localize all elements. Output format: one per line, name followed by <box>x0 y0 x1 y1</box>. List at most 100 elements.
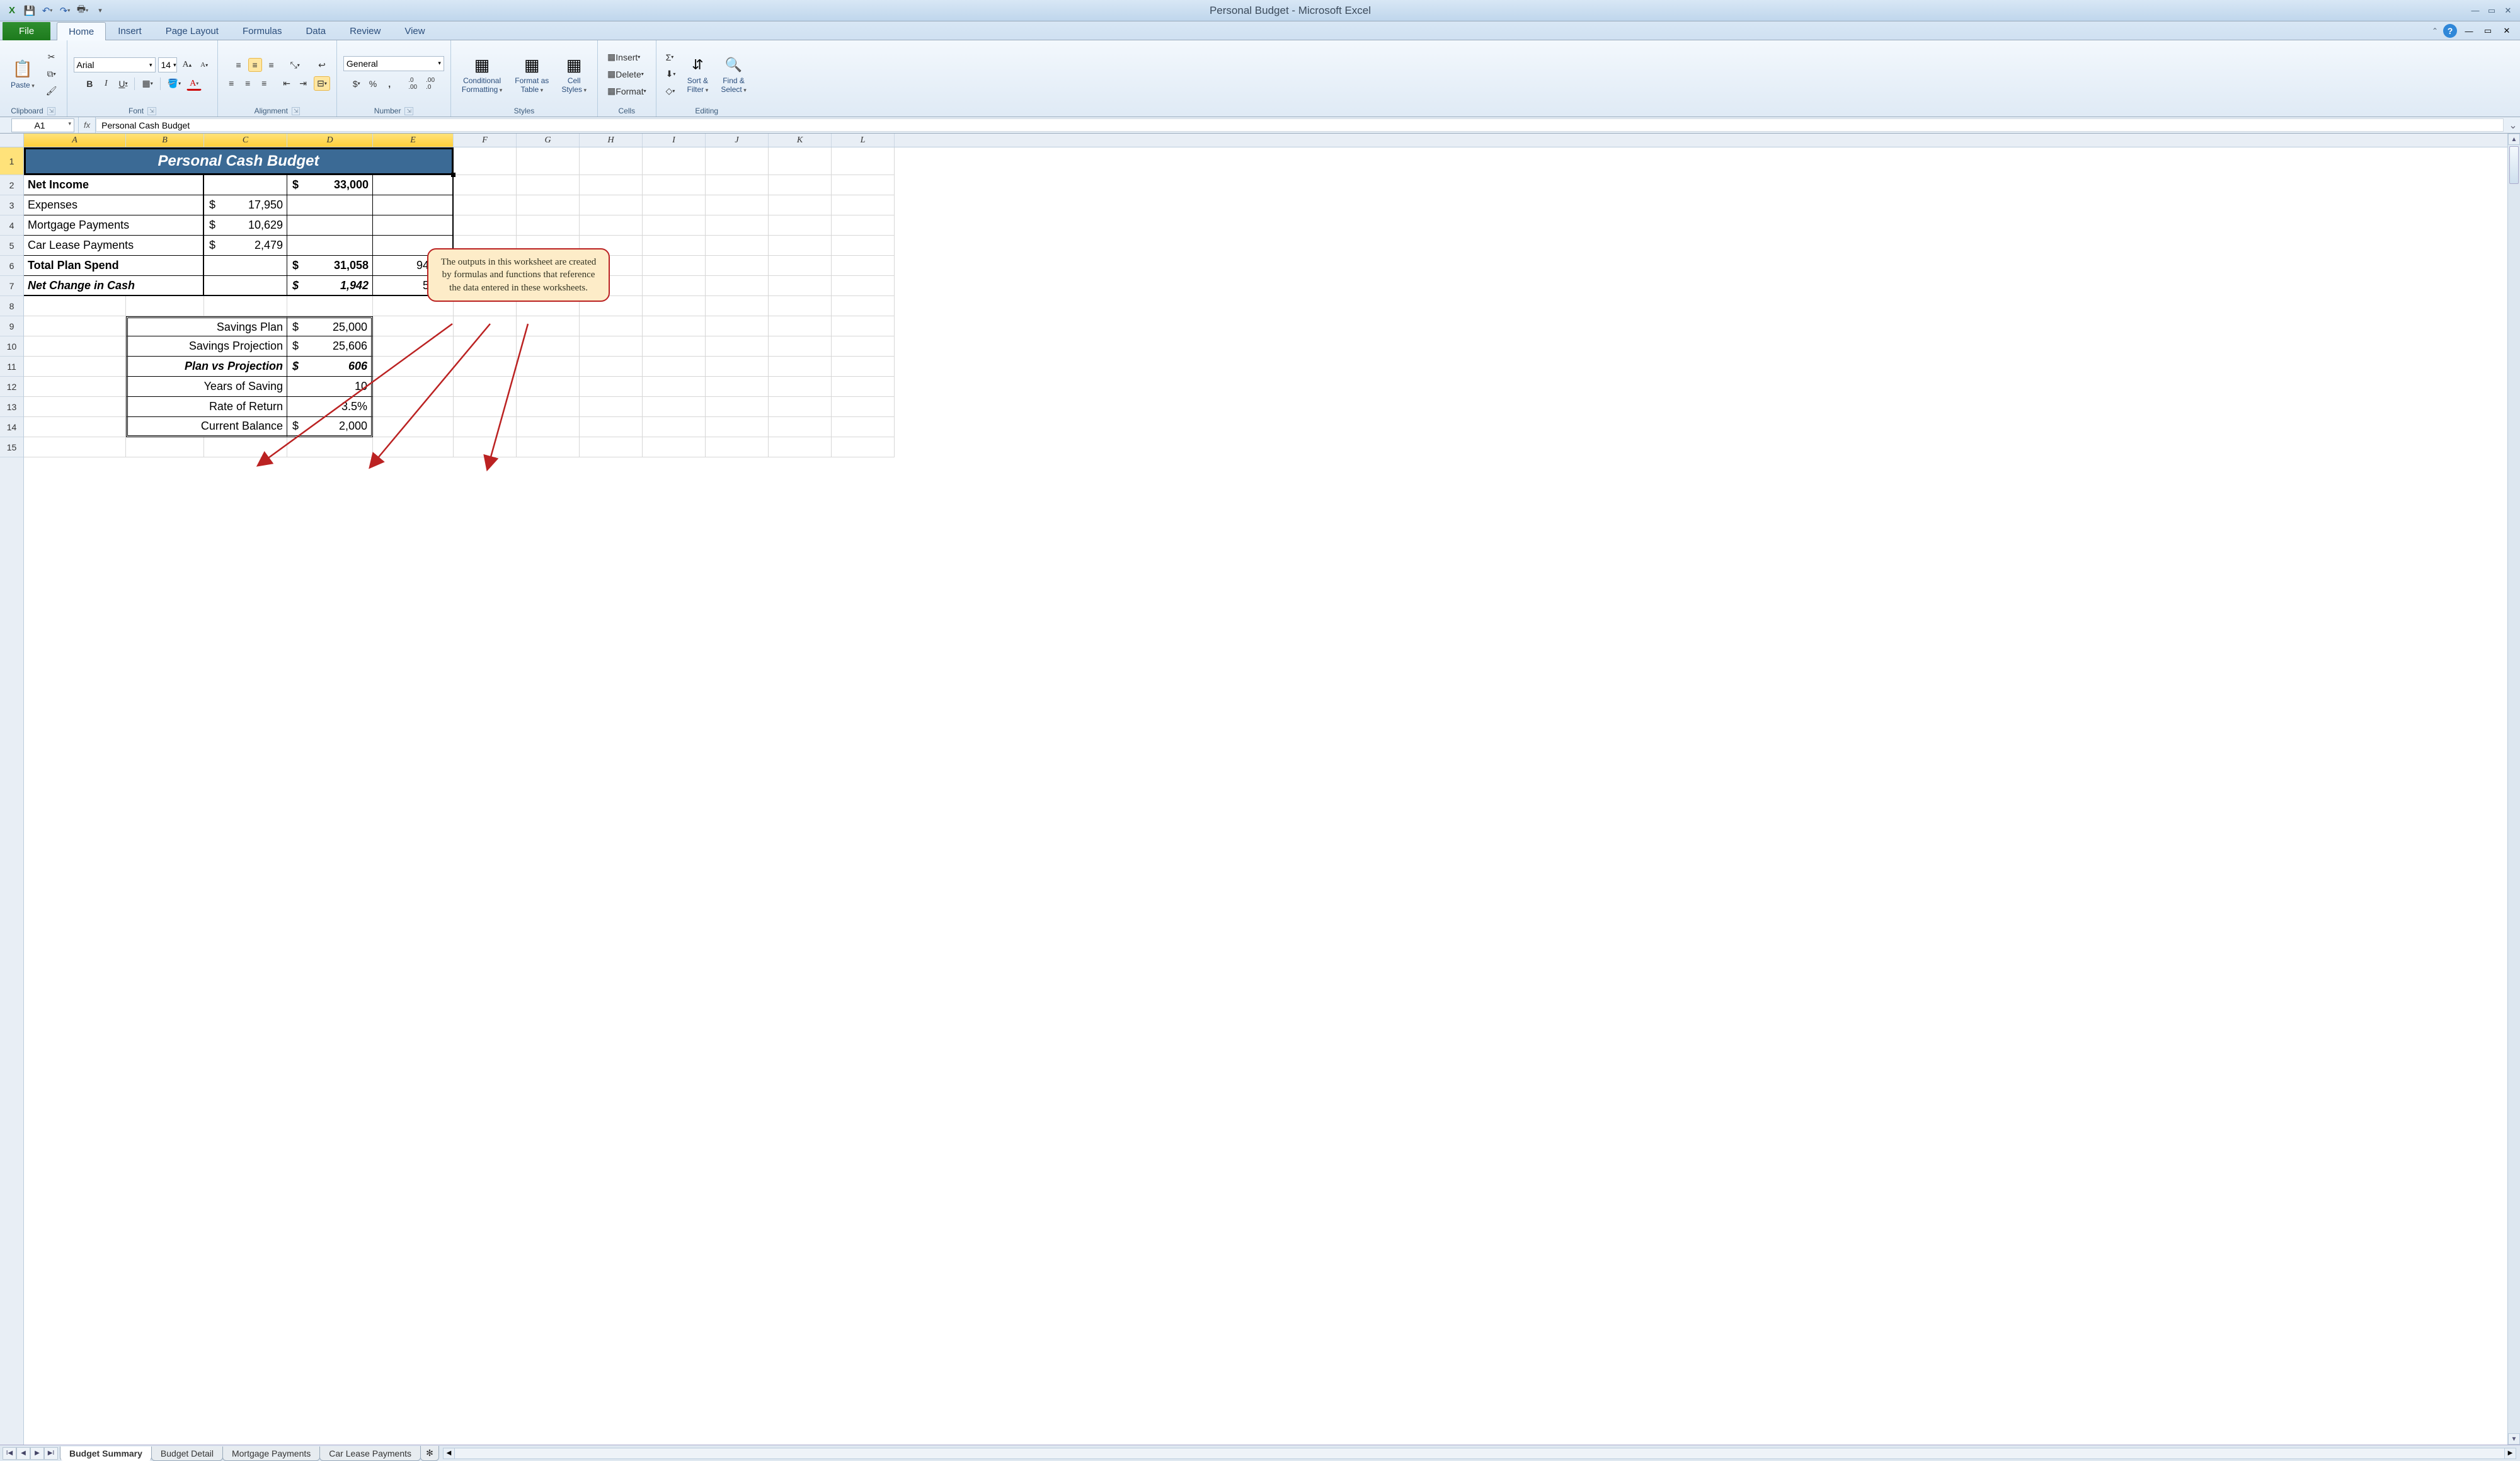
clear-button[interactable]: ◇ ▾ <box>663 84 679 98</box>
row-13[interactable]: 13 <box>0 397 23 417</box>
last-sheet-button[interactable]: ▶I <box>44 1447 58 1460</box>
col-L[interactable]: L <box>832 134 895 147</box>
excel-icon[interactable]: X <box>5 4 19 18</box>
increase-indent-icon[interactable]: ⇥ <box>296 76 310 91</box>
sheet-tab-budget-detail[interactable]: Budget Detail <box>151 1447 223 1461</box>
alignment-dialog-launcher[interactable]: ⇲ <box>292 107 301 115</box>
save-icon[interactable]: 💾 <box>23 4 37 18</box>
format-painter-icon[interactable]: 🖌 <box>43 84 60 98</box>
cell-A15[interactable] <box>24 437 126 457</box>
col-D[interactable]: D <box>287 134 373 147</box>
delete-cells-button[interactable]: ▦ Delete ▾ <box>604 67 647 81</box>
cell-A2[interactable]: Net Income <box>24 175 204 195</box>
cell-E4[interactable] <box>373 215 454 236</box>
worksheet-grid[interactable]: A B C D E F G H I J K L 1 2 3 4 5 6 7 8 … <box>0 134 2520 1445</box>
sheet-tab-car-lease-payments[interactable]: Car Lease Payments <box>319 1447 421 1461</box>
cell-D9[interactable]: $25,000 <box>287 316 373 336</box>
borders-button[interactable]: ▦▾ <box>139 76 156 91</box>
align-left-icon[interactable]: ≡ <box>224 76 238 90</box>
select-all-corner[interactable] <box>0 134 24 147</box>
format-as-table-button[interactable]: ▦Format as Table <box>510 51 553 96</box>
cell-A5[interactable]: Car Lease Payments <box>24 236 204 256</box>
sheet-tab-budget-summary[interactable]: Budget Summary <box>60 1447 152 1461</box>
scroll-thumb[interactable] <box>2509 146 2519 184</box>
tab-review[interactable]: Review <box>338 21 392 40</box>
tab-data[interactable]: Data <box>294 21 338 40</box>
cell-A8[interactable] <box>24 296 126 316</box>
col-K[interactable]: K <box>769 134 832 147</box>
row-9[interactable]: 9 <box>0 316 23 336</box>
sheet-tab-mortgage-payments[interactable]: Mortgage Payments <box>222 1447 320 1461</box>
row-15[interactable]: 15 <box>0 437 23 457</box>
insert-cells-button[interactable]: ▦ Insert ▾ <box>604 50 643 64</box>
sort-filter-button[interactable]: ⇵Sort & Filter <box>682 51 713 96</box>
row-8[interactable]: 8 <box>0 296 23 316</box>
cell-A4[interactable]: Mortgage Payments <box>24 215 204 236</box>
wrap-text-button[interactable]: ↩ <box>315 58 329 72</box>
clipboard-dialog-launcher[interactable]: ⇲ <box>47 107 56 115</box>
cell-D14[interactable]: $2,000 <box>287 417 373 437</box>
fill-color-button[interactable]: 🪣▾ <box>164 76 184 91</box>
conditional-formatting-button[interactable]: ▦Conditional Formatting <box>457 51 507 96</box>
shrink-font-icon[interactable]: A▾ <box>197 58 211 72</box>
row-7[interactable]: 7 <box>0 276 23 296</box>
next-sheet-button[interactable]: ▶ <box>30 1447 44 1460</box>
col-C[interactable]: C <box>204 134 287 147</box>
align-middle-icon[interactable]: ≡ <box>248 58 262 72</box>
help-icon[interactable]: ? <box>2443 24 2457 38</box>
number-format-combo[interactable]: General▾ <box>343 56 444 71</box>
row-3[interactable]: 3 <box>0 195 23 215</box>
paste-button[interactable]: 📋 Paste <box>6 55 39 93</box>
bold-button[interactable]: B <box>83 77 96 91</box>
cell-C7[interactable] <box>204 276 287 296</box>
merge-center-button[interactable]: ⊟▾ <box>314 76 330 91</box>
col-F[interactable]: F <box>454 134 517 147</box>
cell-D11[interactable]: $606 <box>287 357 373 377</box>
row-14[interactable]: 14 <box>0 417 23 437</box>
cell-D7[interactable]: $1,942 <box>287 276 373 296</box>
workbook-close-button[interactable]: ✕ <box>2500 25 2514 37</box>
col-J[interactable]: J <box>706 134 769 147</box>
cell-E2[interactable] <box>373 175 454 195</box>
decrease-decimal-icon[interactable]: .00.0 <box>423 75 438 93</box>
row-10[interactable]: 10 <box>0 336 23 357</box>
col-H[interactable]: H <box>580 134 643 147</box>
cell-B14[interactable]: Current Balance <box>126 417 287 437</box>
cell-C5[interactable]: $2,479 <box>204 236 287 256</box>
font-color-button[interactable]: A▾ <box>186 77 202 91</box>
cell-B11[interactable]: Plan vs Projection <box>126 357 287 377</box>
col-B[interactable]: B <box>126 134 204 147</box>
cell-C3[interactable]: $17,950 <box>204 195 287 215</box>
workbook-minimize-button[interactable]: — <box>2462 25 2476 37</box>
cell-F1[interactable] <box>454 147 517 175</box>
font-dialog-launcher[interactable]: ⇲ <box>147 107 156 115</box>
align-top-icon[interactable]: ≡ <box>232 58 246 72</box>
first-sheet-button[interactable]: I◀ <box>3 1447 16 1460</box>
number-dialog-launcher[interactable]: ⇲ <box>404 107 413 115</box>
fill-button[interactable]: ⬇ ▾ <box>663 67 679 81</box>
align-right-icon[interactable]: ≡ <box>257 76 271 90</box>
grow-font-icon[interactable]: A▴ <box>180 58 195 72</box>
cell-D3[interactable] <box>287 195 373 215</box>
cell-styles-button[interactable]: ▦Cell Styles <box>557 51 591 96</box>
fill-handle[interactable] <box>451 173 455 177</box>
insert-sheet-button[interactable]: ✻ <box>420 1446 439 1461</box>
cell-D2[interactable]: $33,000 <box>287 175 373 195</box>
restore-button[interactable]: ▭ <box>2485 5 2499 16</box>
close-button[interactable]: ✕ <box>2501 5 2515 16</box>
cell-B13[interactable]: Rate of Return <box>126 397 287 417</box>
autosum-button[interactable]: Σ ▾ <box>663 50 677 64</box>
name-box[interactable]: A1 <box>11 118 74 132</box>
scroll-down-icon[interactable]: ▼ <box>2508 1433 2520 1445</box>
cell-B12[interactable]: Years of Saving <box>126 377 287 397</box>
row-4[interactable]: 4 <box>0 215 23 236</box>
col-E[interactable]: E <box>373 134 454 147</box>
formula-bar[interactable]: Personal Cash Budget <box>96 118 2504 132</box>
row-1[interactable]: 1 <box>0 147 23 175</box>
decrease-indent-icon[interactable]: ⇤ <box>280 76 294 91</box>
vertical-scrollbar[interactable]: ▲ ▼ <box>2507 134 2520 1445</box>
row-2[interactable]: 2 <box>0 175 23 195</box>
minimize-button[interactable]: — <box>2468 5 2482 16</box>
expand-formula-bar-icon[interactable]: ⌄ <box>2506 117 2520 133</box>
scroll-right-icon[interactable]: ▶ <box>2504 1448 2516 1458</box>
